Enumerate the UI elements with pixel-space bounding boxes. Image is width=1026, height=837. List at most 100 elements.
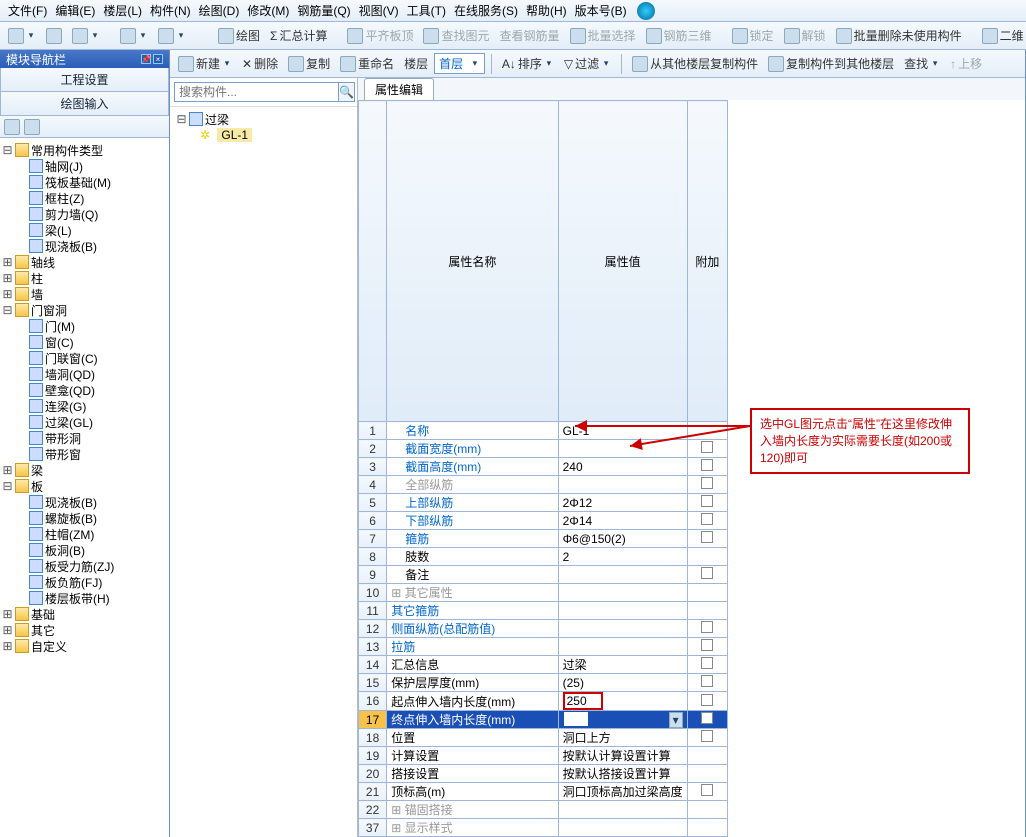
draw-button[interactable]: 绘图 — [214, 25, 264, 46]
find-elem-button[interactable]: 查找图元 — [419, 25, 493, 46]
nav-tab-draw[interactable]: 绘图输入 — [0, 92, 169, 116]
prop-row[interactable]: 7箍筋Φ6@150(2) — [359, 530, 728, 548]
tree-node[interactable]: 楼层板带(H) — [2, 590, 167, 606]
tree-node[interactable]: ⊞自定义 — [2, 638, 167, 654]
checkbox[interactable] — [701, 567, 713, 579]
prop-row[interactable]: 37⊞ 显示样式 — [359, 819, 728, 837]
sum-button[interactable]: Σ 汇总计算 — [266, 25, 331, 46]
tree-node[interactable]: 剪力墙(Q) — [2, 206, 167, 222]
menu-item[interactable]: 文件(F) — [4, 0, 51, 21]
tree-node[interactable]: 墙洞(QD) — [2, 366, 167, 382]
menu-item[interactable]: 版本号(B) — [571, 0, 631, 21]
checkbox[interactable] — [701, 477, 713, 489]
nav-tab-project[interactable]: 工程设置 — [0, 68, 169, 92]
unlock-button[interactable]: 解锁 — [780, 25, 830, 46]
batch-del-button[interactable]: 批量删除未使用构件 — [832, 25, 966, 46]
tree-node[interactable]: 过梁(GL) — [2, 414, 167, 430]
nav-tool-2[interactable] — [24, 119, 40, 135]
find-button[interactable]: 查找 — [900, 53, 944, 74]
tree-node[interactable]: 轴网(J) — [2, 158, 167, 174]
tree-node[interactable]: 带形洞 — [2, 430, 167, 446]
prop-row[interactable]: 20搭接设置按默认搭接设置计算 — [359, 765, 728, 783]
tree-node[interactable]: 带形窗 — [2, 446, 167, 462]
prop-row[interactable]: 15保护层厚度(mm)(25) — [359, 674, 728, 692]
tree-node[interactable]: 门(M) — [2, 318, 167, 334]
tree-node[interactable]: ⊞轴线 — [2, 254, 167, 270]
checkbox[interactable] — [701, 694, 713, 706]
prop-row[interactable]: 6下部纵筋2Φ14 — [359, 512, 728, 530]
tree-node-root[interactable]: 过梁 — [205, 111, 229, 128]
tree-node[interactable]: 柱帽(ZM) — [2, 526, 167, 542]
up-button[interactable]: ↑ 上移 — [946, 53, 986, 74]
checkbox[interactable] — [701, 621, 713, 633]
tree-node[interactable]: 门联窗(C) — [2, 350, 167, 366]
prop-row[interactable]: 2截面宽度(mm) — [359, 440, 728, 458]
component-tree[interactable]: ⊟过梁 ✲ GL-1 — [170, 107, 357, 147]
checkbox[interactable] — [701, 784, 713, 796]
look-rebar-button[interactable]: 查看钢筋量 — [495, 25, 563, 46]
redo-button[interactable] — [154, 26, 190, 46]
prop-row[interactable]: 18位置洞口上方 — [359, 729, 728, 747]
prop-row[interactable]: 8肢数2 — [359, 548, 728, 566]
lock-button[interactable]: 锁定 — [728, 25, 778, 46]
checkbox[interactable] — [701, 441, 713, 453]
tree-node[interactable]: ⊞梁 — [2, 462, 167, 478]
undo-button[interactable] — [116, 26, 152, 46]
checkbox[interactable] — [701, 495, 713, 507]
tree-node[interactable]: 梁(L) — [2, 222, 167, 238]
prop-row[interactable]: 3截面高度(mm)240 — [359, 458, 728, 476]
prop-row[interactable]: 4全部纵筋 — [359, 476, 728, 494]
prop-row[interactable]: 5上部纵筋2Φ12 — [359, 494, 728, 512]
batch-select-button[interactable]: 批量选择 — [566, 25, 640, 46]
tree-node[interactable]: 筏板基础(M) — [2, 174, 167, 190]
menu-item[interactable]: 楼层(L) — [99, 0, 146, 21]
menu-item[interactable]: 钢筋量(Q) — [293, 0, 354, 21]
open-button[interactable] — [42, 26, 66, 46]
checkbox[interactable] — [701, 675, 713, 687]
checkbox[interactable] — [701, 531, 713, 543]
del-comp-button[interactable]: ✕ 删除 — [238, 53, 282, 74]
checkbox[interactable] — [701, 459, 713, 471]
floor-select[interactable]: 首层 — [434, 53, 485, 74]
prop-row[interactable]: 19计算设置按默认计算设置计算 — [359, 747, 728, 765]
new-file-button[interactable] — [4, 26, 40, 46]
prop-row[interactable]: 9备注 — [359, 566, 728, 584]
rename-button[interactable]: 重命名 — [336, 53, 398, 74]
prop-row[interactable]: 16起点伸入墙内长度(mm)250 — [359, 692, 728, 711]
tree-node[interactable]: 螺旋板(B) — [2, 510, 167, 526]
search-button[interactable]: 🔍 — [339, 82, 355, 102]
checkbox[interactable] — [701, 513, 713, 525]
search-input[interactable] — [174, 82, 339, 102]
tree-node[interactable]: ⊞基础 — [2, 606, 167, 622]
prop-row[interactable]: 22⊞ 锚固搭接 — [359, 801, 728, 819]
prop-row[interactable]: 13拉筋 — [359, 638, 728, 656]
menu-item[interactable]: 帮助(H) — [522, 0, 571, 21]
tree-node[interactable]: ⊟板 — [2, 478, 167, 494]
menu-item[interactable]: 构件(N) — [146, 0, 195, 21]
copy-from-button[interactable]: 从其他楼层复制构件 — [628, 53, 762, 74]
prop-row[interactable]: 11其它箍筋 — [359, 602, 728, 620]
new-comp-button[interactable]: 新建 — [174, 53, 236, 74]
tree-node[interactable]: ⊞墙 — [2, 286, 167, 302]
menu-item[interactable]: 绘图(D) — [195, 0, 244, 21]
copy-to-button[interactable]: 复制构件到其他楼层 — [764, 53, 898, 74]
tree-node[interactable]: 现浇板(B) — [2, 238, 167, 254]
close-icon[interactable]: × — [153, 54, 163, 64]
checkbox[interactable] — [701, 730, 713, 742]
checkbox[interactable] — [701, 657, 713, 669]
save-button[interactable] — [68, 26, 104, 46]
tab-property-edit[interactable]: 属性编辑 — [364, 78, 434, 100]
tree-node[interactable]: 壁龛(QD) — [2, 382, 167, 398]
prop-row[interactable]: 17终点伸入墙内长度(mm)250▾ — [359, 711, 728, 729]
nav-tree[interactable]: ⊟常用构件类型轴网(J)筏板基础(M)框柱(Z)剪力墙(Q)梁(L)现浇板(B)… — [0, 138, 169, 837]
filter-button[interactable]: ▽ 过滤 — [560, 53, 615, 74]
tree-node[interactable]: 板受力筋(ZJ) — [2, 558, 167, 574]
menu-item[interactable]: 编辑(E) — [51, 0, 99, 21]
steel-3d-button[interactable]: 钢筋三维 — [642, 25, 716, 46]
menu-item[interactable]: 在线服务(S) — [450, 0, 522, 21]
tree-node[interactable]: 窗(C) — [2, 334, 167, 350]
tree-node[interactable]: ⊞柱 — [2, 270, 167, 286]
flat-button[interactable]: 平齐板顶 — [343, 25, 417, 46]
tree-node[interactable]: ⊟常用构件类型 — [2, 142, 167, 158]
menu-item[interactable]: 修改(M) — [243, 0, 293, 21]
